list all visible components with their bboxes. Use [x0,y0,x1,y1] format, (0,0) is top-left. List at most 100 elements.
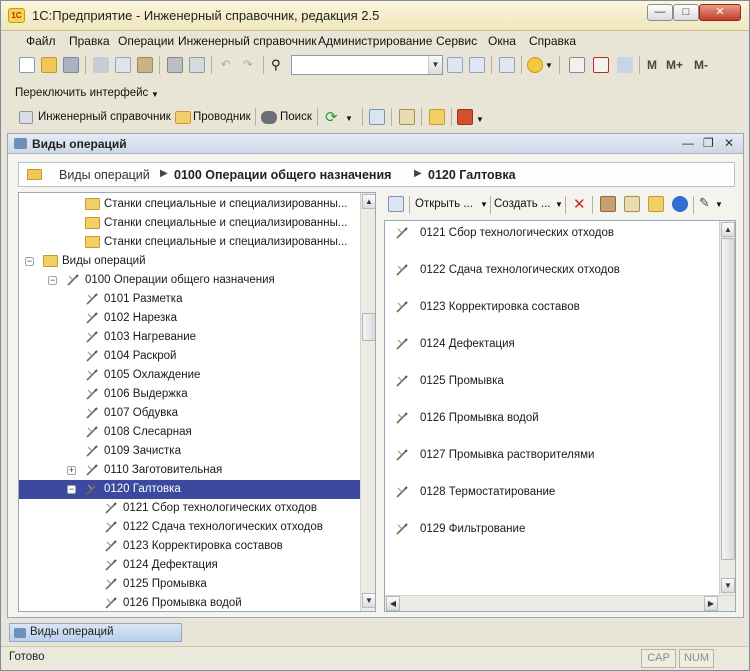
redo-icon[interactable]: ↷ [243,57,253,71]
menu-windows[interactable]: Окна [488,34,516,48]
tree-row[interactable]: Станки специальные и специализированны..… [19,233,361,252]
explorer-button[interactable]: Проводник [193,111,251,123]
new-document-icon[interactable] [19,57,35,73]
menu-file[interactable]: Файл [26,34,56,48]
chevron-down-icon[interactable]: ▼ [555,200,563,209]
tree-row[interactable]: 0107 Обдувка [19,404,361,423]
operations-tree[interactable]: Станки специальные и специализированны..… [18,192,376,612]
menu-administration[interactable]: Администрирование [318,34,432,48]
breadcrumb-group[interactable]: 0100 Операции общего назначения [174,168,391,182]
list-item[interactable]: 0127 Промывка растворителями [385,446,715,466]
tree-row[interactable]: 0108 Слесарная [19,423,361,442]
scroll-down-button[interactable]: ▼ [362,593,375,608]
close-button[interactable]: ✕ [699,4,741,21]
find-prev-icon[interactable] [469,57,485,73]
tree-row[interactable]: Станки специальные и специализированны..… [19,214,361,233]
breadcrumb-root[interactable]: Виды операций [59,168,150,182]
engineering-reference-button[interactable]: Инженерный справочник [38,111,171,123]
move-to-folder-icon[interactable] [648,196,664,212]
minimize-button[interactable]: — [647,4,673,21]
print-icon[interactable] [167,57,183,73]
tree-row[interactable]: 0102 Нарезка [19,309,361,328]
tools-icon[interactable]: ✎ [699,195,710,211]
list-item[interactable]: 0124 Дефектация [385,335,715,355]
create-button[interactable]: Создать ... [494,198,550,210]
scroll-thumb[interactable] [721,238,735,560]
tree-scrollbar[interactable]: ▲ ▼ [360,193,375,611]
scroll-down-button[interactable]: ▼ [721,578,735,593]
menu-edit[interactable]: Правка [69,34,110,48]
save-icon[interactable] [63,57,79,73]
tree-row[interactable]: 0101 Разметка [19,290,361,309]
scroll-up-button[interactable]: ▲ [362,194,375,209]
tree-row[interactable]: − Виды операций [19,252,361,271]
list-hscrollbar[interactable]: ◀ ▶ [385,595,735,611]
list-scrollbar[interactable]: ▲ ▼ [719,221,735,595]
calculator-icon[interactable] [569,57,585,73]
find-next-icon[interactable] [447,57,463,73]
cut-icon[interactable] [93,57,109,73]
hierarchy-icon[interactable] [624,196,640,212]
list-item[interactable]: 0129 Фильтрование [385,520,715,540]
windows-icon[interactable] [499,57,515,73]
memory-button[interactable]: M [647,58,657,72]
list-item[interactable]: 0121 Сбор технологических отходов [385,224,715,244]
window-tab-operations[interactable]: Виды операций [9,623,182,642]
folder-tools-icon[interactable] [429,109,445,125]
search-combo[interactable]: ▼ [291,55,443,75]
refresh-icon[interactable]: ⟳ [325,108,338,126]
chevron-down-icon[interactable]: ▼ [151,90,159,99]
tree-row[interactable]: 0123 Корректировка составов [19,537,361,556]
menu-help[interactable]: Справка [529,34,576,48]
switch-interface-button[interactable]: Переключить интерфейс [15,87,148,99]
tree-row[interactable]: 0105 Охлаждение [19,366,361,385]
tree-row[interactable]: 0124 Дефектация [19,556,361,575]
tree-row[interactable]: 0121 Сбор технологических отходов [19,499,361,518]
info-icon[interactable] [527,57,543,73]
expand-icon[interactable]: + [67,466,76,475]
tree-row[interactable]: 0106 Выдержка [19,385,361,404]
memory-subtract-button[interactable]: M- [694,58,708,72]
scroll-left-button[interactable]: ◀ [386,596,400,611]
modules-icon[interactable] [457,109,473,125]
tree-row[interactable]: +0110 Заготовительная [19,461,361,480]
chevron-down-icon[interactable]: ▼ [476,115,484,124]
form-close-button[interactable]: ✕ [724,136,734,150]
form-minimize-button[interactable]: — [682,136,694,150]
menu-operations[interactable]: Операции [118,34,174,48]
chevron-down-icon[interactable]: ▼ [715,200,723,209]
users-icon[interactable] [600,196,616,212]
tree-row[interactable]: − 0100 Операции общего назначения [19,271,361,290]
collapse-icon[interactable]: − [48,276,57,285]
calendar-icon[interactable] [593,57,609,73]
hierarchy-icon[interactable] [399,109,415,125]
maximize-button[interactable]: □ [673,4,699,21]
paste-icon[interactable] [137,57,153,73]
chevron-down-icon[interactable]: ▼ [545,61,553,70]
list-item[interactable]: 0128 Термостатирование [385,483,715,503]
menu-service[interactable]: Сервис [436,34,477,48]
scroll-right-button[interactable]: ▶ [704,596,718,611]
tree-row[interactable]: 0109 Зачистка [19,442,361,461]
open-button[interactable]: Открыть ... [415,198,473,210]
print-preview-icon[interactable] [189,57,205,73]
tree-row[interactable]: 0103 Нагревание [19,328,361,347]
chevron-down-icon[interactable]: ▼ [480,200,488,209]
memory-add-button[interactable]: M+ [666,58,683,72]
chevron-down-icon[interactable]: ▼ [428,56,442,74]
open-folder-icon[interactable] [41,57,57,73]
collapse-icon[interactable]: − [25,257,34,266]
list-item[interactable]: 0123 Корректировка составов [385,298,715,318]
collapse-icon[interactable]: − [67,485,76,494]
tree-row[interactable]: 0104 Раскрой [19,347,361,366]
chevron-down-icon[interactable]: ▼ [345,114,353,123]
settings-panel-icon[interactable] [388,196,404,212]
tree-row[interactable]: 0125 Промывка [19,575,361,594]
operations-list[interactable]: 0121 Сбор технологических отходов 0122 Сд… [384,220,736,612]
tree-row[interactable]: 0122 Сдача технологических отходов [19,518,361,537]
undo-icon[interactable]: ↶ [221,57,231,71]
properties-icon[interactable] [672,196,688,212]
search-button[interactable]: Поиск [280,111,312,123]
delete-icon[interactable]: ✕ [573,195,586,213]
copy-icon[interactable] [115,57,131,73]
